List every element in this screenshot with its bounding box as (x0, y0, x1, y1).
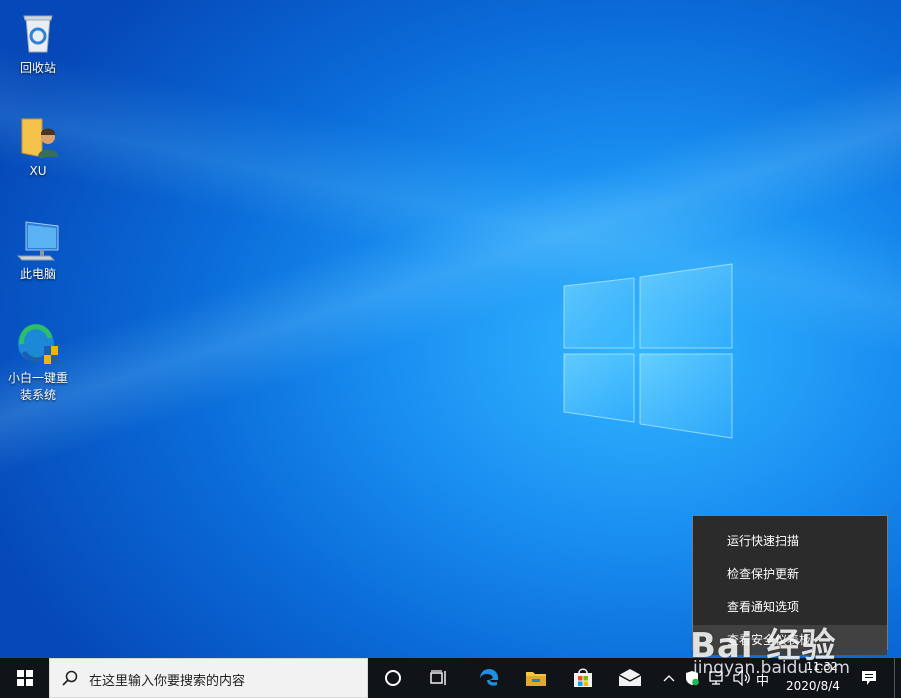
task-view-icon (430, 670, 446, 685)
menu-item-quick-scan[interactable]: 运行快速扫描 (693, 526, 887, 556)
show-hidden-icons-button[interactable] (660, 658, 678, 698)
recycle-bin-icon (14, 10, 62, 58)
desktop-icon-label: 此电脑 (19, 267, 56, 281)
desktop-icon-label: 回收站 (19, 61, 56, 75)
desktop-icon-this-pc[interactable]: 此电脑 (1, 216, 75, 283)
desktop-icon-user-folder[interactable]: XU (1, 113, 75, 180)
desktop-icon-recycle-bin[interactable]: 回收站 (1, 10, 75, 77)
computer-icon (14, 216, 62, 264)
store-icon (574, 668, 592, 687)
edge-icon (480, 669, 499, 686)
cortana-circle-icon (385, 670, 401, 686)
taskbar-file-explorer[interactable] (513, 658, 559, 698)
action-center-button[interactable] (856, 658, 882, 698)
taskbar-mail[interactable] (607, 658, 653, 698)
desktop-icon-label: XU (29, 164, 47, 178)
file-explorer-icon (526, 672, 546, 686)
desktop-icon-label: 小白一键重 装系统 (7, 371, 68, 402)
clock-date[interactable]: 2020/8/4 (786, 679, 840, 693)
show-desktop-button[interactable] (894, 658, 901, 698)
search-icon (62, 670, 78, 686)
cortana-button[interactable] (370, 658, 416, 698)
taskbar-store[interactable] (560, 658, 606, 698)
taskbar-edge[interactable] (466, 658, 512, 698)
chevron-up-icon (663, 675, 675, 682)
start-button[interactable] (0, 658, 49, 698)
mail-icon (618, 669, 642, 686)
windows-start-icon (16, 670, 33, 686)
task-view-button[interactable] (416, 658, 462, 698)
desktop-background: 回收站 XU 此电脑 小白一键重 装系统 运行快速扫描 检查保护更新 查看通知选… (0, 0, 901, 658)
baidu-watermark-url: jingyan.baidu.com (693, 658, 850, 678)
notification-icon (862, 671, 876, 685)
windows-logo (563, 263, 733, 439)
user-folder-icon (14, 113, 62, 161)
menu-item-check-updates[interactable]: 检查保护更新 (693, 559, 887, 589)
search-box[interactable]: 在这里输入你要搜索的内容 (49, 658, 368, 698)
xiaobai-reinstall-icon (14, 320, 62, 368)
search-placeholder: 在这里输入你要搜索的内容 (89, 674, 246, 689)
desktop-icon-xiaobai-reinstall[interactable]: 小白一键重 装系统 (1, 320, 75, 404)
